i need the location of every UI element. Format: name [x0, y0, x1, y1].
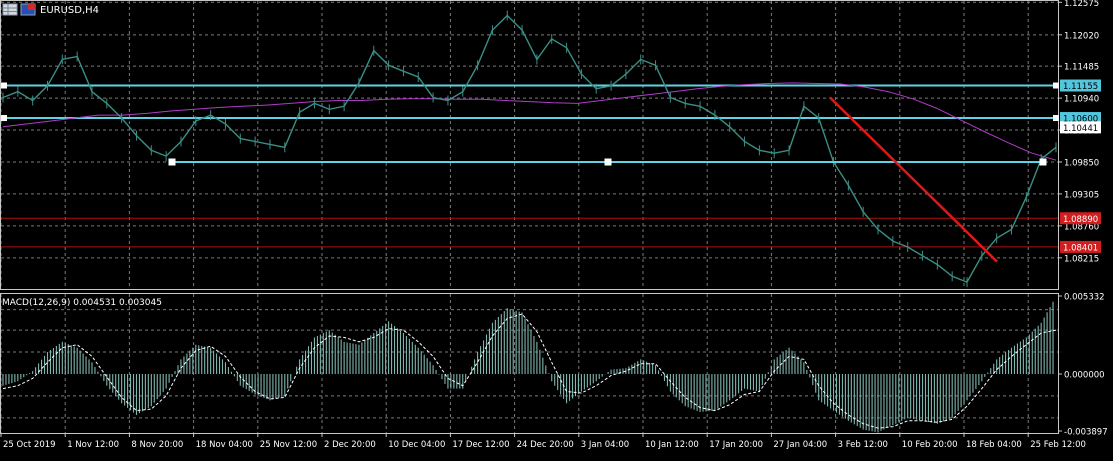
price-tick-label: 1.09305 — [1064, 190, 1099, 200]
macd-indicator-label: MACD(12,26,9) 0.004531 0.003045 — [2, 298, 162, 308]
chart-canvas[interactable]: 1.125751.120201.114851.109401.103951.098… — [0, 0, 1113, 457]
macd-tick-label: 0.005332 — [1064, 293, 1105, 303]
time-tick-label: 2 Dec 20:00 — [324, 440, 376, 450]
price-flag-label: 1.10441 — [1063, 124, 1098, 134]
level-handle[interactable] — [1, 82, 7, 89]
price-flag-label: 1.08890 — [1063, 215, 1098, 225]
time-tick-label: 10 Feb 20:00 — [902, 440, 958, 450]
price-tick-label: 1.10940 — [1064, 95, 1099, 105]
macd-tick-label: 0.000000 — [1064, 370, 1105, 380]
level-handle[interactable] — [1053, 115, 1059, 122]
time-tick-label: 1 Nov 12:00 — [67, 440, 119, 450]
time-tick-label: 27 Jan 04:00 — [773, 440, 827, 450]
time-tick-label: 25 Feb 12:00 — [1030, 440, 1086, 450]
chart-title: EURUSD,H4 — [40, 5, 99, 16]
time-tick-label: 25 Oct 2019 — [3, 440, 56, 450]
price-tick-label: 1.12575 — [1064, 0, 1099, 9]
flag-icon — [20, 3, 36, 16]
macd-tick-label: -0.003897 — [1064, 428, 1108, 438]
price-tick-label: 1.09850 — [1064, 158, 1099, 168]
time-tick-label: 17 Jan 20:00 — [709, 440, 763, 450]
time-tick-label: 17 Dec 12:00 — [452, 440, 509, 450]
price-tick-label: 1.08215 — [1064, 254, 1099, 264]
time-tick-label: 3 Feb 12:00 — [838, 440, 888, 450]
time-tick-label: 25 Nov 12:00 — [260, 440, 317, 450]
chart-title-block: EURUSD,H4 — [2, 3, 99, 16]
time-tick-label: 18 Feb 04:00 — [966, 440, 1022, 450]
support-line-handle[interactable] — [168, 158, 176, 166]
price-flag-label: 1.08401 — [1063, 243, 1098, 253]
time-tick-label: 18 Nov 04:00 — [196, 440, 253, 450]
time-tick-label: 10 Jan 12:00 — [645, 440, 699, 450]
time-tick-label: 10 Dec 04:00 — [388, 440, 445, 450]
level-handle[interactable] — [1053, 82, 1059, 89]
support-line-handle[interactable] — [1039, 158, 1047, 166]
trading-chart[interactable]: 1.125751.120201.114851.109401.103951.098… — [0, 0, 1113, 457]
support-line-handle[interactable] — [604, 158, 612, 166]
price-tick-label: 1.11485 — [1064, 63, 1099, 73]
table-icon[interactable] — [2, 3, 18, 16]
price-tick-label: 1.12020 — [1064, 31, 1099, 41]
time-tick-label: 3 Jan 04:00 — [581, 440, 629, 450]
level-handle[interactable] — [1, 115, 7, 122]
time-tick-label: 8 Nov 20:00 — [131, 440, 183, 450]
price-flag-label: 1.11155 — [1063, 82, 1098, 92]
time-tick-label: 24 Dec 20:00 — [517, 440, 574, 450]
